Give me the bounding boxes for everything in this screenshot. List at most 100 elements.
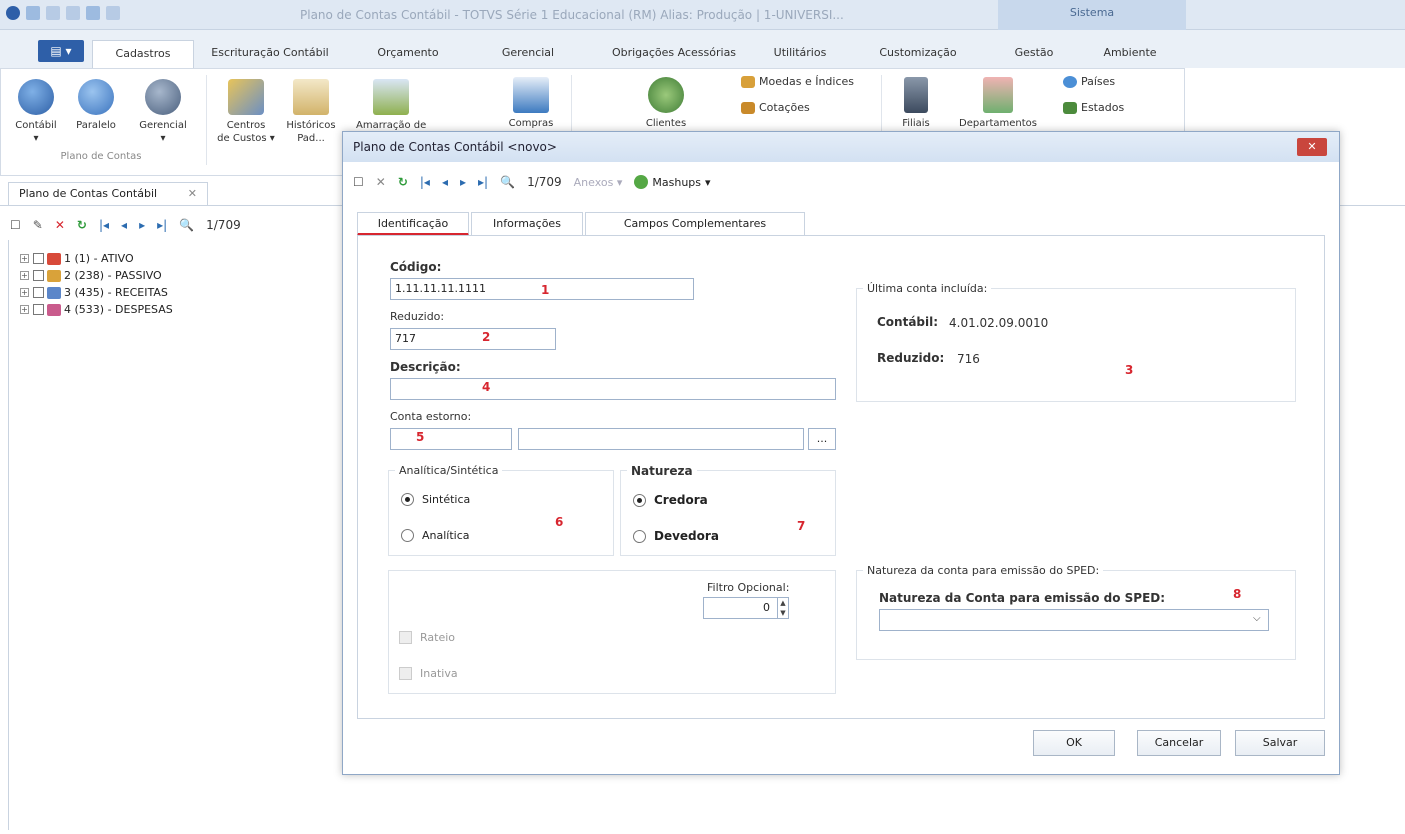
radio-credora[interactable]: Credora: [633, 493, 708, 507]
tab-informacoes[interactable]: Informações: [471, 212, 583, 236]
tree-item[interactable]: + 1 (1) - ATIVO: [20, 250, 173, 267]
gerencial-button[interactable]: Gerencial ▾: [133, 79, 193, 145]
quick-access-icon[interactable]: [46, 6, 60, 20]
inativa-checkbox: Inativa: [399, 667, 458, 680]
radio-analitica[interactable]: Analítica: [401, 529, 470, 542]
search-icon[interactable]: 🔍: [500, 175, 515, 189]
tree-item[interactable]: + 2 (238) - PASSIVO: [20, 267, 173, 284]
file-menu-button[interactable]: ▤ ▾: [38, 40, 84, 62]
building-icon: [904, 77, 928, 113]
moedas-indices-button[interactable]: Moedas e Índices: [741, 75, 854, 88]
tree-checkbox[interactable]: [33, 287, 44, 298]
delete-icon[interactable]: ✕: [55, 218, 65, 232]
quick-access-icon[interactable]: [66, 6, 80, 20]
first-record-icon[interactable]: |◂: [99, 218, 109, 232]
previous-record-icon[interactable]: ◂: [121, 218, 127, 232]
tree-item[interactable]: + 3 (435) - RECEITAS: [20, 284, 173, 301]
descricao-input[interactable]: [390, 378, 836, 400]
ultima-reduzido-value: 716: [957, 352, 980, 366]
previous-record-icon[interactable]: ◂: [442, 175, 448, 189]
record-counter: 1/709: [527, 175, 562, 189]
tree-checkbox[interactable]: [33, 304, 44, 315]
amarracao-button[interactable]: Amarração de...: [356, 79, 426, 132]
contabil-button[interactable]: Contábil ▾: [11, 79, 61, 145]
quick-access-icon[interactable]: [26, 6, 40, 20]
new-icon[interactable]: ☐: [10, 218, 21, 232]
delete-icon[interactable]: ✕: [376, 175, 386, 189]
paralelo-button[interactable]: Paralelo: [71, 79, 121, 132]
dollar-icon: [78, 79, 114, 115]
conta-estorno-lookup-button[interactable]: ...: [808, 428, 836, 450]
tab-customizacao[interactable]: Customização: [868, 42, 968, 66]
tree-item[interactable]: + 4 (533) - DESPESAS: [20, 301, 173, 318]
last-record-icon[interactable]: ▸|: [157, 218, 167, 232]
expand-icon[interactable]: +: [20, 288, 29, 297]
tab-obrigacoes-acessorias[interactable]: Obrigações Acessórias: [594, 42, 754, 66]
refresh-icon[interactable]: ↻: [77, 218, 87, 232]
tab-escrituracao-contabil[interactable]: Escrituração Contábil: [205, 42, 335, 66]
record-counter: 1/709: [206, 218, 241, 232]
ok-button[interactable]: OK: [1033, 730, 1115, 756]
conta-estorno-description-input[interactable]: [518, 428, 804, 450]
table-arrow-icon: [373, 79, 409, 115]
expand-icon[interactable]: +: [20, 271, 29, 280]
natureza-group: Natureza Credora Devedora 7: [620, 464, 836, 556]
tree-checkbox[interactable]: [33, 253, 44, 264]
tab-campos-complementares[interactable]: Campos Complementares: [585, 212, 805, 236]
compras-button[interactable]: Compras: [501, 77, 561, 130]
quick-access-icon[interactable]: [106, 6, 120, 20]
edit-icon[interactable]: ✎: [33, 218, 43, 232]
save-button[interactable]: Salvar: [1235, 730, 1325, 756]
tab-ambiente[interactable]: Ambiente: [1088, 42, 1172, 66]
paises-button[interactable]: Países: [1063, 75, 1115, 88]
historicos-padrao-button[interactable]: Históricos Pad...: [286, 79, 336, 145]
annotation-number: 7: [797, 519, 806, 533]
tab-cadastros[interactable]: Cadastros: [92, 40, 194, 68]
dialog-close-button[interactable]: ✕: [1297, 138, 1327, 156]
new-icon[interactable]: ☐: [353, 175, 364, 189]
dollar-chart-icon: [145, 79, 181, 115]
next-record-icon[interactable]: ▸: [139, 218, 145, 232]
estados-button[interactable]: Estados: [1063, 101, 1124, 114]
quick-access-icon[interactable]: [86, 6, 100, 20]
radio-selected-icon: [401, 493, 414, 506]
folder-icon: [47, 303, 61, 316]
radio-sintetica[interactable]: Sintética: [401, 493, 470, 506]
cancel-button[interactable]: Cancelar: [1137, 730, 1221, 756]
last-record-icon[interactable]: ▸|: [478, 175, 488, 189]
filiais-button[interactable]: Filiais: [896, 77, 936, 130]
spinner-icon[interactable]: ▲ ▼: [777, 598, 788, 618]
annotation-number: 4: [482, 380, 491, 394]
app-orb-icon[interactable]: [6, 6, 20, 20]
conta-estorno-label: Conta estorno:: [390, 410, 472, 423]
mashups-button[interactable]: Mashups ▾: [634, 175, 711, 189]
plano-de-contas-dialog: Plano de Contas Contábil <novo> ✕ ☐ ✕ ↻ …: [342, 131, 1340, 775]
window-title: Plano de Contas Contábil - TOTVS Série 1…: [300, 8, 844, 22]
tab-identificacao[interactable]: Identificação: [357, 212, 469, 236]
document-tab-plano-de-contas[interactable]: Plano de Contas Contábil ✕: [8, 182, 208, 206]
conta-estorno-code-input[interactable]: [390, 428, 512, 450]
sistema-tab-group: Sistema: [998, 0, 1186, 30]
next-record-icon[interactable]: ▸: [460, 175, 466, 189]
clientes-button[interactable]: Clientes: [636, 77, 696, 130]
documents-icon: [293, 79, 329, 115]
refresh-icon[interactable]: ↻: [398, 175, 408, 189]
expand-icon[interactable]: +: [20, 254, 29, 263]
tab-gestao[interactable]: Gestão: [1000, 42, 1068, 66]
sped-select[interactable]: [879, 609, 1269, 631]
search-icon[interactable]: 🔍: [179, 218, 194, 232]
first-record-icon[interactable]: |◂: [420, 175, 430, 189]
departamentos-button[interactable]: Departamentos: [953, 77, 1043, 130]
tab-orcamento[interactable]: Orçamento: [368, 42, 448, 66]
tab-utilitarios[interactable]: Utilitários: [762, 42, 838, 66]
cotacoes-button[interactable]: Cotações: [741, 101, 810, 114]
radio-devedora[interactable]: Devedora: [633, 529, 719, 543]
chevron-down-icon[interactable]: ⌵: [1253, 613, 1261, 624]
reduzido-input[interactable]: 717: [390, 328, 556, 350]
centros-de-custos-button[interactable]: Centros de Custos ▾: [216, 79, 276, 145]
tree-checkbox[interactable]: [33, 270, 44, 281]
close-tab-icon[interactable]: ✕: [188, 183, 197, 205]
ultima-reduzido-label: Reduzido:: [877, 351, 945, 365]
tab-gerencial[interactable]: Gerencial: [488, 42, 568, 66]
expand-icon[interactable]: +: [20, 305, 29, 314]
